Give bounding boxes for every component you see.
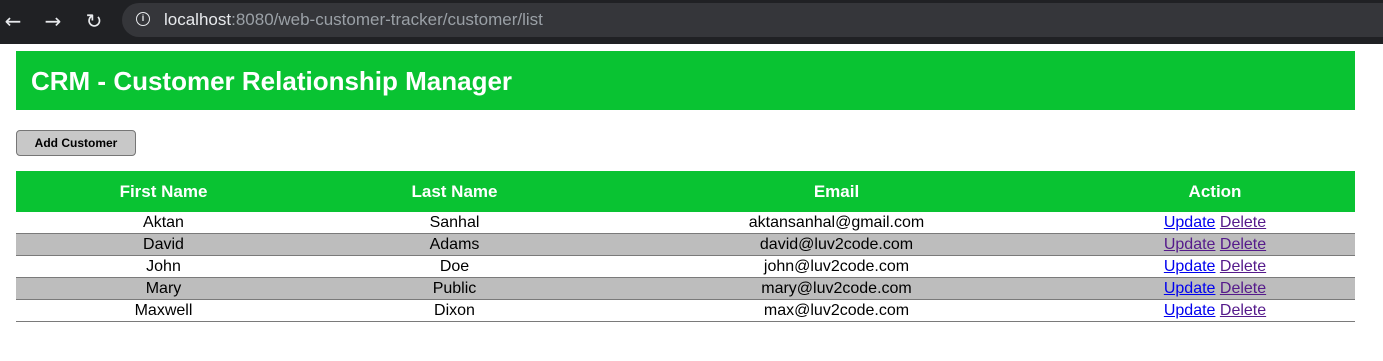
- table-header: First Name Last Name Email Action: [16, 171, 1355, 212]
- delete-link[interactable]: Delete: [1220, 214, 1266, 231]
- cell-first-name: Maxwell: [134, 301, 193, 319]
- column-header-first-name: First Name: [119, 181, 208, 201]
- cell-first-name: Aktan: [143, 213, 184, 231]
- cell-first-name: John: [146, 257, 181, 275]
- update-link[interactable]: Update: [1164, 280, 1216, 297]
- cell-email: mary@luv2code.com: [761, 279, 912, 297]
- cell-first-name: Mary: [145, 279, 182, 297]
- cell-last-name: Adams: [429, 235, 480, 253]
- table-row: David Adams david@luv2code.com Update De…: [16, 234, 1355, 256]
- delete-link[interactable]: Delete: [1220, 280, 1266, 297]
- table-row: John Doe john@luv2code.com Update Delete: [16, 256, 1355, 278]
- update-link[interactable]: Update: [1164, 302, 1216, 319]
- cell-action: Update Delete: [1075, 279, 1355, 299]
- column-header-last-name: Last Name: [411, 181, 498, 201]
- info-icon[interactable]: i: [136, 12, 150, 26]
- customer-table: First Name Last Name Email Action Aktan …: [16, 171, 1355, 322]
- cell-action: Update Delete: [1075, 213, 1355, 233]
- delete-link[interactable]: Delete: [1220, 258, 1266, 275]
- page-header: CRM - Customer Relationship Manager: [16, 51, 1355, 110]
- delete-link[interactable]: Delete: [1220, 302, 1266, 319]
- cell-action: Update Delete: [1075, 257, 1355, 277]
- address-bar[interactable]: i localhost:8080/web-customer-tracker/cu…: [122, 3, 1383, 37]
- cell-last-name: Sanhal: [429, 213, 480, 231]
- update-link[interactable]: Update: [1164, 214, 1216, 231]
- browser-toolbar: ← → ↻ i localhost:8080/web-customer-trac…: [0, 0, 1383, 44]
- update-link[interactable]: Update: [1164, 236, 1216, 253]
- cell-action: Update Delete: [1075, 235, 1355, 255]
- cell-last-name: Dixon: [434, 301, 475, 319]
- cell-last-name: Public: [432, 279, 477, 297]
- url-text[interactable]: localhost:8080/web-customer-tracker/cust…: [164, 10, 543, 30]
- cell-last-name: Doe: [439, 257, 470, 275]
- update-link[interactable]: Update: [1164, 258, 1216, 275]
- cell-email: john@luv2code.com: [763, 257, 910, 275]
- reload-icon[interactable]: ↻: [81, 8, 107, 34]
- cell-action: Update Delete: [1075, 301, 1355, 321]
- url-host: localhost: [164, 10, 232, 29]
- add-customer-button[interactable]: Add Customer: [16, 130, 136, 156]
- column-header-action: Action: [1188, 181, 1242, 201]
- table-row: Mary Public mary@luv2code.com Update Del…: [16, 278, 1355, 300]
- page-title: CRM - Customer Relationship Manager: [31, 66, 513, 96]
- forward-arrow-icon[interactable]: →: [40, 8, 66, 34]
- back-arrow-icon[interactable]: ←: [0, 8, 26, 34]
- table-row: Aktan Sanhal aktansanhal@gmail.com Updat…: [16, 212, 1355, 234]
- url-path: :8080/web-customer-tracker/customer/list: [231, 10, 543, 29]
- column-header-email: Email: [813, 181, 860, 201]
- cell-email: david@luv2code.com: [759, 235, 914, 253]
- cell-email: aktansanhal@gmail.com: [748, 213, 925, 231]
- table-row: Maxwell Dixon max@luv2code.com Update De…: [16, 300, 1355, 322]
- cell-first-name: David: [143, 235, 184, 253]
- cell-email: max@luv2code.com: [763, 301, 910, 319]
- delete-link[interactable]: Delete: [1220, 236, 1266, 253]
